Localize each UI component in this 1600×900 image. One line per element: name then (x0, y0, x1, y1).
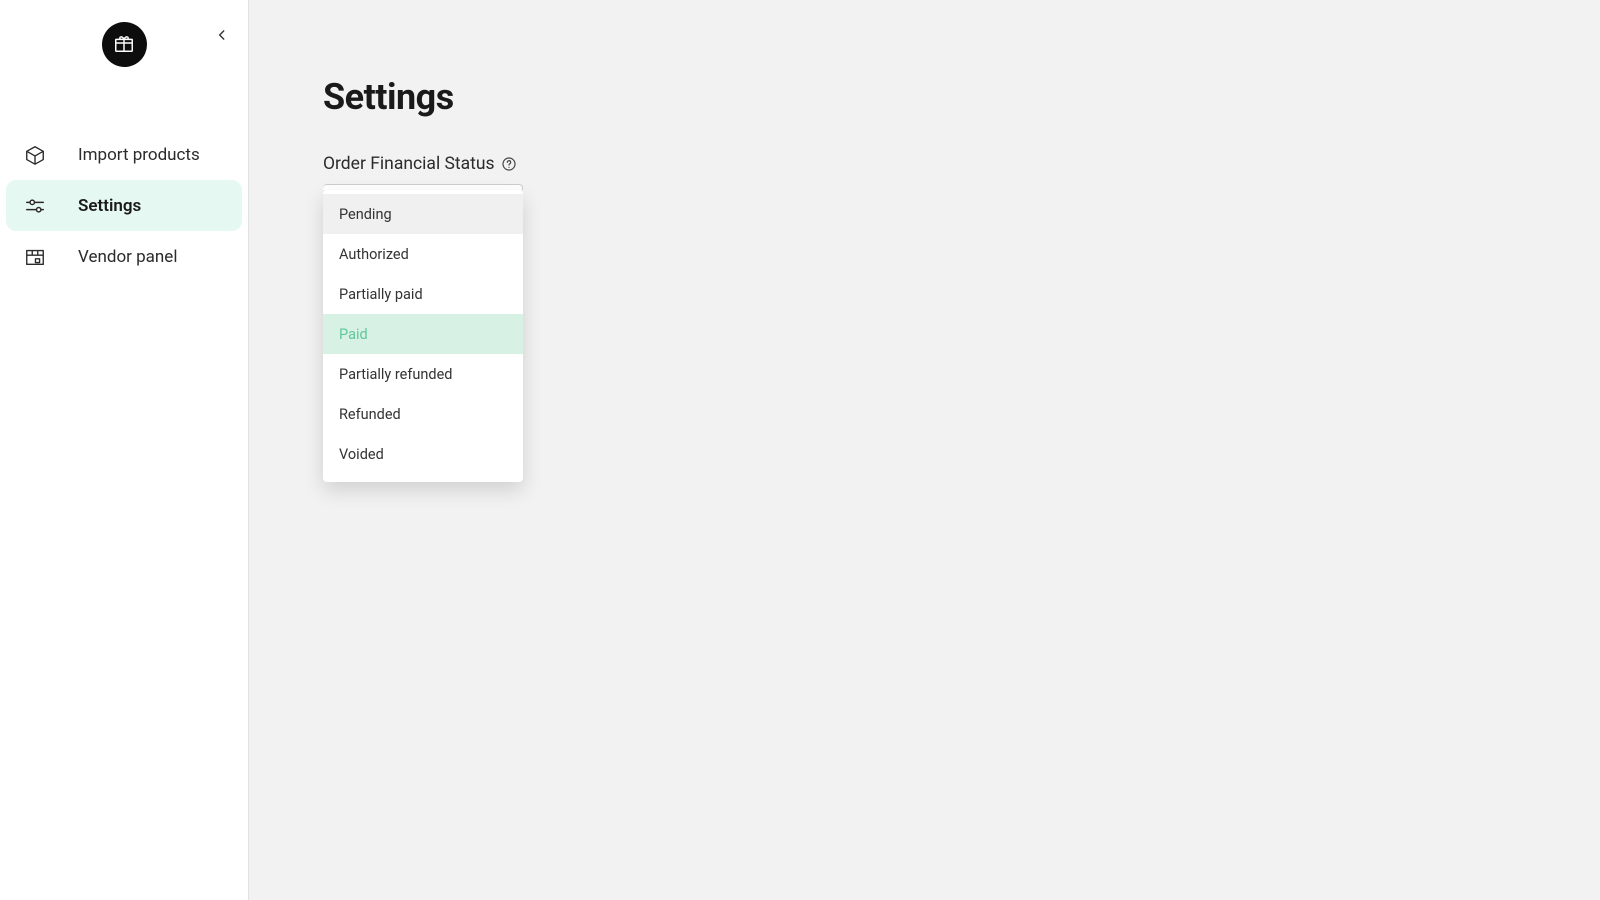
dropdown-option-label: Partially paid (339, 286, 423, 303)
help-icon[interactable] (501, 156, 517, 172)
sidebar: Import products Settings (0, 0, 249, 900)
sidebar-item-label: Settings (78, 196, 141, 216)
field-label-text: Order Financial Status (323, 154, 495, 174)
field-label-order-financial-status: Order Financial Status (323, 154, 1526, 174)
logo-container (6, 22, 242, 67)
order-financial-status-dropdown: Pending Authorized Partially paid Paid P… (323, 190, 523, 482)
chevron-left-icon (215, 27, 229, 46)
sidebar-item-label: Import products (78, 145, 200, 165)
sidebar-item-vendor-panel[interactable]: Vendor panel (6, 231, 242, 282)
dropdown-option-label: Voided (339, 446, 384, 463)
dropdown-option-label: Pending (339, 206, 392, 223)
package-icon (24, 144, 46, 166)
dropdown-option-paid[interactable]: Paid (323, 314, 523, 354)
app-logo[interactable] (102, 22, 147, 67)
dropdown-option-voided[interactable]: Voided (323, 434, 523, 474)
page-title: Settings (323, 76, 1526, 118)
sidebar-item-import-products[interactable]: Import products (6, 129, 242, 180)
dropdown-option-authorized[interactable]: Authorized (323, 234, 523, 274)
dropdown-option-refunded[interactable]: Refunded (323, 394, 523, 434)
sidebar-nav: Import products Settings (6, 129, 242, 282)
collapse-sidebar-button[interactable] (212, 26, 232, 46)
gift-icon (113, 32, 135, 58)
dropdown-option-pending[interactable]: Pending (323, 194, 523, 234)
dropdown-option-partially-refunded[interactable]: Partially refunded (323, 354, 523, 394)
dropdown-option-label: Refunded (339, 406, 401, 423)
sliders-icon (24, 195, 46, 217)
dropdown-option-partially-paid[interactable]: Partially paid (323, 274, 523, 314)
storefront-icon (24, 246, 46, 268)
app-root: Import products Settings (0, 0, 1600, 900)
sidebar-item-settings[interactable]: Settings (6, 180, 242, 231)
dropdown-option-label: Authorized (339, 246, 409, 263)
dropdown-option-label: Partially refunded (339, 366, 452, 383)
order-financial-status-select[interactable]: Pending Authorized Partially paid Paid P… (323, 184, 523, 190)
sidebar-item-label: Vendor panel (78, 247, 177, 267)
dropdown-option-label: Paid (339, 326, 368, 343)
main-content: Settings Order Financial Status Pending … (249, 0, 1600, 900)
